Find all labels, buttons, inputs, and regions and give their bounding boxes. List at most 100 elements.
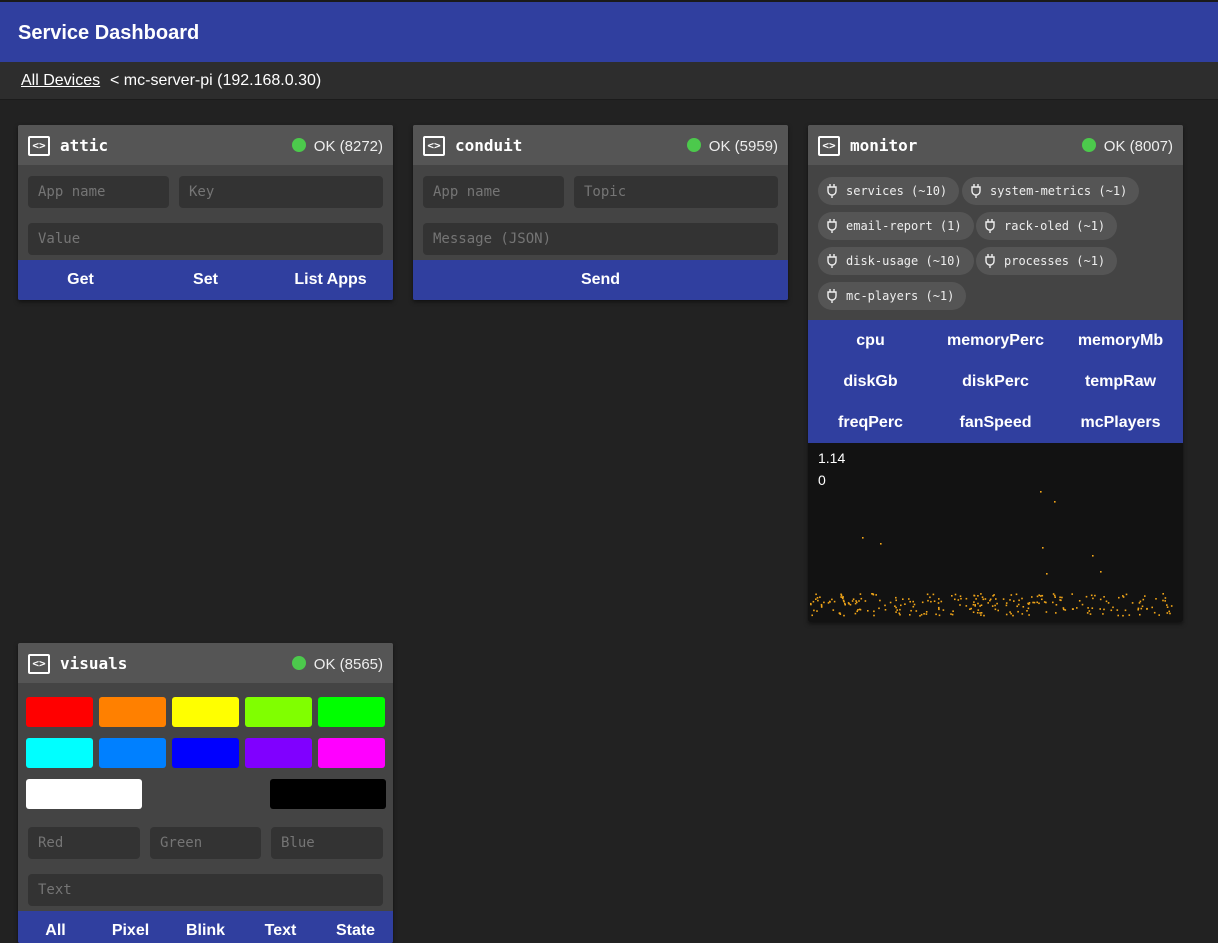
color-swatch[interactable] (172, 697, 239, 727)
color-swatch[interactable] (245, 697, 312, 727)
plot-point (1169, 612, 1171, 615)
plot-point (1071, 593, 1073, 595)
attic-value-input[interactable] (28, 223, 383, 255)
all-devices-link[interactable]: All Devices (21, 72, 100, 90)
plot-point (842, 596, 844, 598)
current-device: < mc-server-pi (192.168.0.30) (110, 72, 322, 89)
metric-button-cpu[interactable]: cpu (808, 332, 933, 350)
red-input[interactable] (28, 827, 140, 859)
plugin-chip[interactable]: services (~10) (818, 177, 960, 205)
plot-point (1060, 599, 1062, 602)
plot-point (908, 598, 910, 600)
plot-point (878, 607, 880, 610)
conduit-card-header: <> conduit OK (5959) (413, 125, 788, 165)
attic-service-name: attic (60, 136, 109, 155)
conduit-service-name: conduit (455, 136, 523, 155)
plot-point (1146, 608, 1148, 610)
plot-point (997, 609, 999, 612)
green-input[interactable] (150, 827, 261, 859)
plugin-chip[interactable]: rack-oled (~1) (976, 212, 1118, 240)
conduit-topic-input[interactable] (574, 176, 778, 208)
color-swatch[interactable] (26, 697, 93, 727)
chip-label: disk-usage (~10) (846, 254, 962, 268)
blink-button[interactable]: Blink (168, 911, 243, 943)
plot-point (1018, 599, 1020, 602)
chip-label: services (~10) (846, 184, 948, 198)
color-swatch[interactable] (172, 738, 239, 768)
send-button[interactable]: Send (413, 260, 788, 300)
plot-point (840, 596, 842, 598)
plot-point (849, 603, 852, 606)
metric-button-fanspeed[interactable]: fanSpeed (933, 414, 1058, 432)
plot-point (981, 596, 984, 598)
text-button[interactable]: Text (243, 911, 318, 943)
color-swatch[interactable] (245, 738, 312, 768)
plot-point (933, 600, 936, 602)
code-icon: <> (28, 136, 50, 156)
plot-point (858, 608, 861, 611)
plot-point (1141, 605, 1144, 608)
state-button[interactable]: State (318, 911, 393, 943)
plot-point (1017, 610, 1019, 613)
plot-point (1107, 602, 1110, 604)
attic-app-name-input[interactable] (28, 176, 169, 208)
plugin-chip[interactable]: disk-usage (~10) (818, 247, 974, 275)
plot-point (873, 614, 875, 617)
plugin-chip[interactable]: mc-players (~1) (818, 282, 967, 310)
plot-point (884, 604, 886, 607)
get-button[interactable]: Get (18, 260, 143, 300)
plot-point (1078, 600, 1081, 602)
metric-button-tempraw[interactable]: tempRaw (1058, 373, 1183, 391)
conduit-app-name-input[interactable] (423, 176, 564, 208)
color-swatch-wide[interactable] (26, 779, 142, 809)
plot-point (1064, 609, 1067, 611)
attic-key-input[interactable] (179, 176, 383, 208)
plot-point (973, 601, 975, 603)
pixel-button[interactable]: Pixel (93, 911, 168, 943)
plot-point (899, 608, 901, 611)
plot-point (1054, 596, 1056, 598)
set-button[interactable]: Set (143, 260, 268, 300)
list-apps-button[interactable]: List Apps (268, 260, 393, 300)
plot-point (951, 613, 954, 616)
plot-point (965, 597, 968, 600)
plot-point (884, 609, 887, 611)
metric-plot: 1.14 0 (808, 443, 1183, 622)
plot-point (1124, 609, 1127, 612)
metric-button-freqperc[interactable]: freqPerc (808, 414, 933, 432)
metric-button-memoryperc[interactable]: memoryPerc (933, 332, 1058, 350)
color-swatch[interactable] (318, 697, 385, 727)
attic-card: <> attic OK (8272) Get Set List Apps (18, 125, 393, 300)
attic-status: OK (8272) (313, 138, 383, 155)
plugin-chip[interactable]: system-metrics (~1) (962, 177, 1140, 205)
metric-button-memorymb[interactable]: memoryMb (1058, 332, 1183, 350)
all-button[interactable]: All (18, 911, 93, 943)
color-swatch[interactable] (99, 738, 166, 768)
color-swatch-wide[interactable] (148, 779, 264, 809)
metric-button-diskperc[interactable]: diskPerc (933, 373, 1058, 391)
plot-point (1036, 595, 1039, 598)
plot-point (973, 594, 976, 597)
plot-point (982, 598, 985, 601)
plot-point (1005, 602, 1008, 604)
plot-point (862, 537, 864, 539)
plot-point (856, 601, 858, 604)
conduit-message-input[interactable] (423, 223, 778, 255)
color-swatch-wide[interactable] (270, 779, 386, 809)
status-dot (292, 656, 306, 670)
plot-point (1002, 598, 1005, 600)
color-swatch[interactable] (26, 738, 93, 768)
plot-point (1076, 607, 1078, 609)
plot-point (954, 598, 956, 601)
color-swatch[interactable] (318, 738, 385, 768)
blue-input[interactable] (271, 827, 383, 859)
plot-point (983, 614, 985, 617)
metric-button-mcplayers[interactable]: mcPlayers (1058, 414, 1183, 432)
plot-point (1081, 603, 1084, 606)
plugin-chip[interactable]: processes (~1) (976, 247, 1118, 275)
color-swatch[interactable] (99, 697, 166, 727)
plugin-chip[interactable]: email-report (1) (818, 212, 974, 240)
text-input[interactable] (28, 874, 383, 906)
metric-button-diskgb[interactable]: diskGb (808, 373, 933, 391)
plot-point (864, 600, 867, 602)
